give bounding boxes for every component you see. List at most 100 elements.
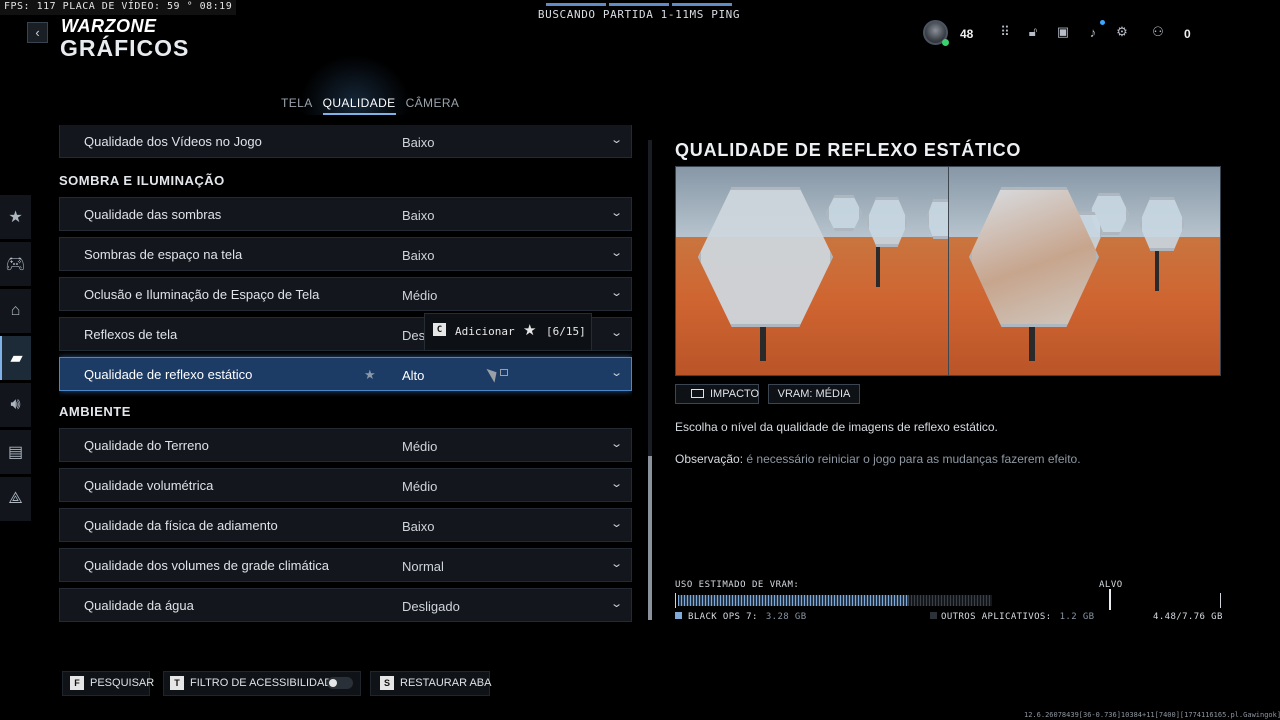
setting-description: Escolha o nível da qualidade de imagens …	[675, 420, 998, 434]
monitor-icon	[691, 389, 704, 398]
setting-label: Qualidade do Terreno	[84, 438, 209, 453]
setting-row[interactable]: Qualidade da água Desligado ⌄	[59, 588, 632, 622]
bell-icon[interactable]: ♪	[1085, 24, 1101, 40]
chevron-down-icon: ⌄	[609, 558, 623, 570]
setting-value: Normal	[402, 559, 444, 574]
rail-mouse[interactable]: ⌂	[0, 289, 31, 333]
keybind-f: F	[70, 676, 84, 690]
setting-label: Qualidade dos volumes de grade climática	[84, 558, 329, 573]
setting-note: Observação: é necessário reiniciar o jog…	[675, 452, 1081, 466]
lock-icon[interactable]: 🔓︎	[1025, 24, 1041, 40]
setting-row[interactable]: Qualidade das sombras Baixo ⌄	[59, 197, 632, 231]
rail-graphics[interactable]: ▰	[0, 336, 31, 380]
party-icon[interactable]: ⚇	[1150, 24, 1166, 40]
impact-button[interactable]: IMPACTO	[675, 384, 759, 404]
vram-legend-other: OUTROS APLICATIVOS: 1.2 GB	[930, 612, 1094, 622]
search-label: PESQUISAR	[90, 677, 155, 689]
section-heading: AMBIENTE	[59, 404, 131, 419]
preview-high	[949, 167, 1220, 375]
vram-total: 4.48/7.76 GB	[1153, 612, 1223, 622]
setting-label: Oclusão e Iluminação de Espaço de Tela	[84, 287, 320, 302]
rail-controller[interactable]: 🎮︎	[0, 242, 31, 286]
setting-value: Baixo	[402, 208, 435, 223]
setting-label: Reflexos de tela	[84, 327, 178, 342]
chevron-down-icon: ⌄	[609, 478, 623, 490]
setting-row[interactable]: Qualidade da física de adiamento Baixo ⌄	[59, 508, 632, 542]
cursor-tag-icon	[500, 369, 508, 376]
chevron-down-icon: ⌄	[609, 367, 623, 379]
keybind-t: T	[170, 676, 184, 690]
setting-value: Médio	[402, 439, 438, 454]
page-title: GRÁFICOS	[60, 35, 190, 61]
setting-value: Médio	[402, 479, 438, 494]
monitor-icon: ▰	[10, 350, 23, 367]
filter-label: FILTRO DE ACESSIBILIDADE	[190, 677, 340, 689]
network-icon: ⟁	[8, 490, 23, 507]
speaker-icon: 🔊︎	[10, 396, 21, 413]
player-level: 48	[960, 27, 974, 41]
preview-image	[675, 166, 1221, 376]
rail-favorites[interactable]: ★	[0, 195, 31, 239]
chevron-down-icon: ⌄	[609, 207, 623, 219]
vram-legend-game: BLACK OPS 7: 3.28 GB	[675, 612, 807, 622]
keybind-s: S	[380, 676, 394, 690]
setting-label: Qualidade de reflexo estático	[84, 367, 253, 382]
apps-grid-icon[interactable]: ⠿	[997, 24, 1013, 40]
gamepad-icon: 🎮︎	[5, 256, 26, 273]
star-icon: ★	[523, 322, 537, 339]
rail-interface[interactable]: ▤	[0, 430, 31, 474]
favorite-star-icon[interactable]: ★	[364, 367, 376, 383]
setting-row[interactable]: Qualidade volumétrica Médio ⌄	[59, 468, 632, 502]
online-status-dot	[942, 39, 949, 46]
setting-row[interactable]: Qualidade do Terreno Médio ⌄	[59, 428, 632, 462]
vram-other-fill	[908, 595, 992, 606]
tab-tela[interactable]: TELA	[281, 96, 313, 115]
setting-label: Qualidade da física de adiamento	[84, 518, 278, 533]
rail-audio[interactable]: 🔊︎	[0, 383, 31, 427]
setting-value: Baixo	[402, 135, 435, 150]
add-favorite-tooltip[interactable]: C Adicionar ★ [6/15]	[424, 313, 592, 351]
setting-row-selected[interactable]: Qualidade de reflexo estático ★ Alto ⌄	[59, 357, 632, 391]
setting-row[interactable]: Qualidade dos volumes de grade climática…	[59, 548, 632, 582]
chevron-down-icon: ⌄	[609, 518, 623, 530]
back-button[interactable]: ‹	[27, 22, 48, 43]
category-rail: ★ 🎮︎ ⌂ ▰ 🔊︎ ▤ ⟁	[0, 195, 31, 524]
chevron-down-icon: ⌄	[609, 247, 623, 259]
chevron-down-icon: ⌄	[609, 287, 623, 299]
setting-row[interactable]: Oclusão e Iluminação de Espaço de Tela M…	[59, 277, 632, 311]
vram-impact-badge[interactable]: VRAM: MÉDIA	[768, 384, 860, 404]
tooltip-label: Adicionar	[455, 325, 515, 338]
vram-game-fill	[678, 595, 908, 606]
chevron-down-icon: ⌄	[609, 598, 623, 610]
gear-icon[interactable]: ⚙	[1114, 24, 1130, 40]
tab-camera[interactable]: CÂMERA	[406, 96, 460, 115]
setting-value: Alto	[402, 368, 425, 383]
scrollbar-thumb[interactable]	[648, 456, 652, 620]
tab-qualidade[interactable]: QUALIDADE	[322, 96, 396, 115]
toggle-knob	[329, 679, 337, 687]
setting-row[interactable]: Qualidade dos Vídeos no Jogo Baixo ⌄	[59, 125, 632, 158]
setting-row[interactable]: Sombras de espaço na tela Baixo ⌄	[59, 237, 632, 271]
chevron-down-icon: ⌄	[609, 327, 623, 339]
detail-title: QUALIDADE DE REFLEXO ESTÁTICO	[675, 140, 1022, 160]
setting-value: Desligado	[402, 599, 460, 614]
setting-label: Qualidade da água	[84, 598, 194, 613]
setting-label: Qualidade dos Vídeos no Jogo	[84, 134, 262, 149]
rail-network[interactable]: ⟁	[0, 477, 31, 521]
section-heading: SOMBRA E ILUMINAÇÃO	[59, 173, 225, 188]
setting-label: Qualidade volumétrica	[84, 478, 214, 493]
vram-target-marker	[1109, 589, 1111, 610]
settings-list: Qualidade dos Vídeos no Jogo Baixo ⌄ SOM…	[59, 125, 632, 622]
party-count: 0	[1184, 27, 1191, 41]
setting-value: Baixo	[402, 519, 435, 534]
chevron-down-icon: ⌄	[609, 438, 623, 450]
matchmaking-progress	[546, 3, 732, 6]
chevron-down-icon: ⌄	[609, 134, 623, 146]
tab-bar: TELA QUALIDADE CÂMERA	[281, 96, 459, 115]
vram-usage-bar	[675, 593, 1221, 608]
interface-icon: ▤	[7, 444, 24, 461]
preview-low	[676, 167, 956, 375]
chevron-left-icon: ‹	[35, 25, 40, 40]
mouse-icon: ⌂	[10, 302, 21, 319]
store-icon[interactable]: ▣	[1055, 24, 1071, 40]
